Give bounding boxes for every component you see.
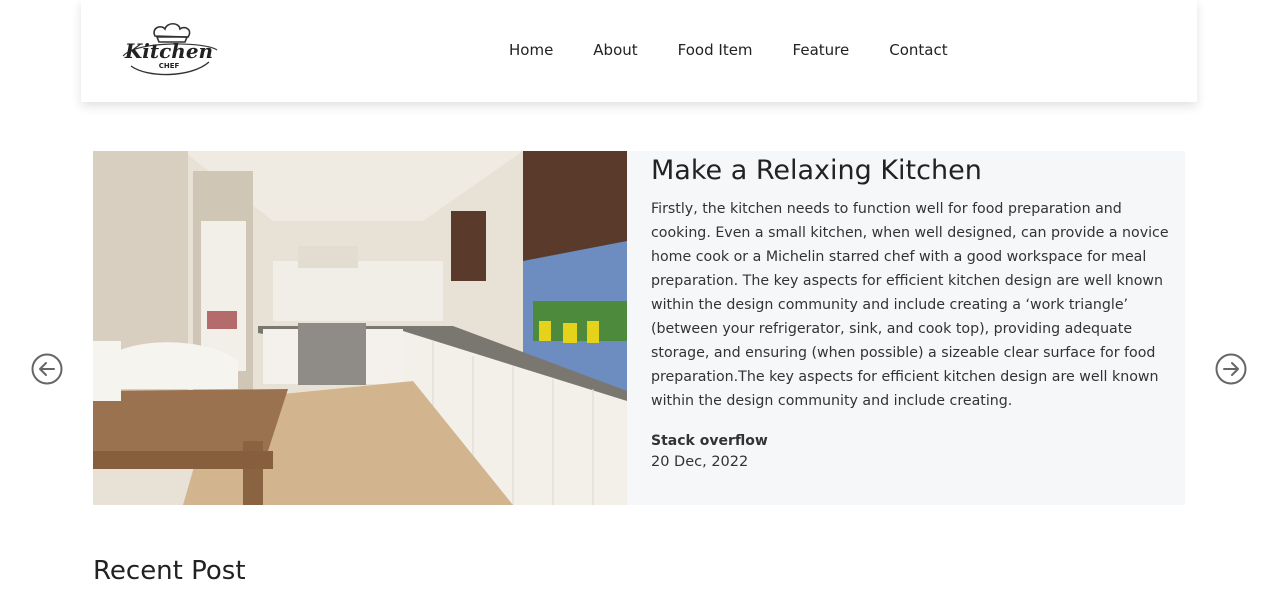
nav-feature[interactable]: Feature (793, 40, 850, 60)
arrow-left-circle-icon[interactable] (31, 353, 63, 385)
recent-post-heading: Recent Post (93, 556, 246, 586)
featured-slide: Make a Relaxing Kitchen Firstly, the kit… (93, 151, 1185, 505)
nav-contact[interactable]: Contact (889, 40, 947, 60)
kitchen-chef-logo[interactable]: Kitchen CHEF (117, 22, 221, 78)
nav-home[interactable]: Home (509, 40, 553, 60)
main-nav: Home About Food Item Feature Contact (509, 40, 948, 60)
slide-author: Stack overflow (651, 433, 768, 449)
nav-food-item[interactable]: Food Item (678, 40, 753, 60)
slide-body: Firstly, the kitchen needs to function w… (651, 201, 1169, 409)
nav-about[interactable]: About (593, 40, 637, 60)
slide-content: Make a Relaxing Kitchen Firstly, the kit… (651, 151, 1185, 473)
slide-date: 20 Dec, 2022 (651, 454, 749, 470)
kitchen-photo (93, 151, 627, 505)
logo-text-sub: CHEF (159, 62, 180, 70)
logo-text-main: Kitchen (124, 39, 213, 63)
slide-title: Make a Relaxing Kitchen (651, 155, 982, 186)
arrow-right-circle-icon[interactable] (1215, 353, 1247, 385)
site-header: Kitchen CHEF Home About Food Item Featur… (81, 0, 1197, 102)
